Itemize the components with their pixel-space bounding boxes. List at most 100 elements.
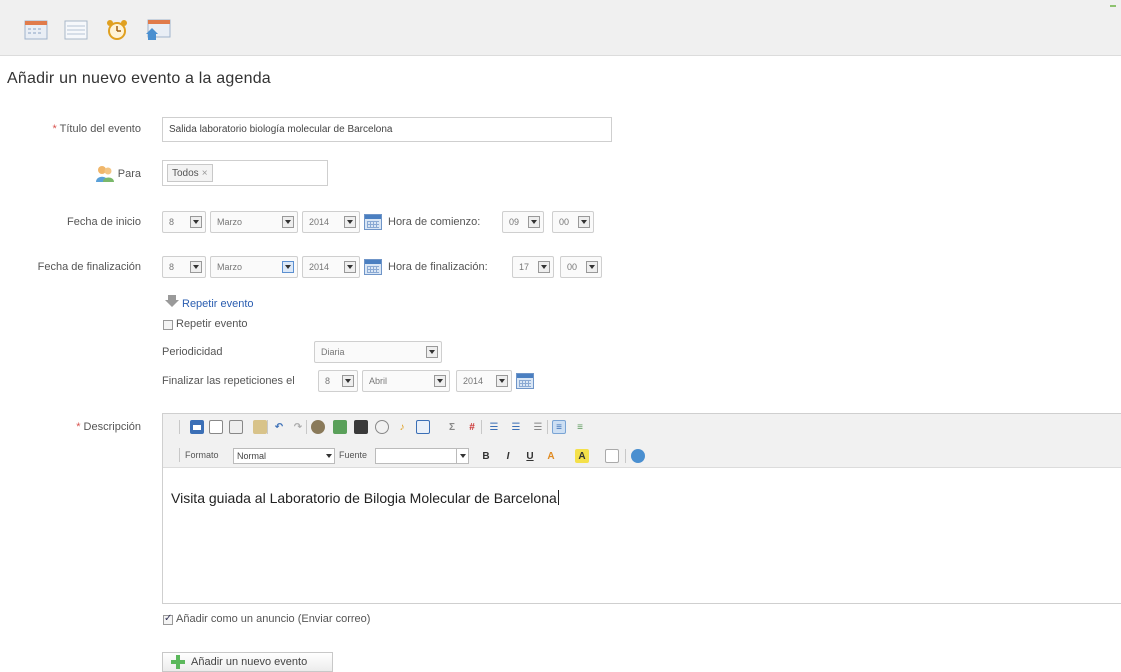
start-month-select[interactable]: Marzo [210, 211, 298, 233]
title-input[interactable]: Salida laboratorio biología molecular de… [162, 117, 612, 142]
chevron-down-icon [190, 261, 202, 273]
home-calendar-icon[interactable] [145, 18, 171, 42]
font-select[interactable] [375, 448, 457, 464]
add-event-button[interactable]: Añadir un nuevo evento [162, 652, 333, 672]
page-title: Añadir un nuevo evento a la agenda [7, 70, 271, 87]
list-icon[interactable] [63, 18, 89, 42]
toolbar-separator [481, 420, 482, 434]
chevron-down-icon [538, 261, 550, 273]
end-day-select[interactable]: 8 [162, 256, 206, 278]
description-label: * Descripción [20, 421, 141, 433]
required-mark: * [76, 421, 81, 433]
end-month-select[interactable]: Marzo [210, 256, 298, 278]
save-icon[interactable] [190, 420, 204, 434]
font-label: Fuente [339, 450, 368, 460]
description-editor[interactable]: ↶ ↷ ♪ Σ # ☰ ☰ ☰ ≡ ≡ Formato Normal Fuent… [162, 413, 1121, 604]
table-icon[interactable] [416, 420, 430, 434]
new-page-icon[interactable] [209, 420, 223, 434]
repeat-event-checkbox[interactable] [163, 320, 173, 330]
periodicity-value: Diaria [321, 347, 345, 357]
calendar-picker-icon[interactable] [364, 214, 382, 230]
calendar-icon[interactable] [23, 18, 49, 42]
align-left-icon[interactable]: ≡ [552, 420, 566, 434]
periodicity-select[interactable]: Diaria [314, 341, 442, 363]
editor-content[interactable]: Visita guiada al Laboratorio de Bilogia … [171, 490, 559, 506]
para-label-text: Para [117, 168, 141, 180]
end-repeat-day-select[interactable]: 8 [318, 370, 358, 392]
end-time-label: Hora de finalización: [388, 261, 488, 273]
font-dropdown[interactable] [457, 448, 469, 464]
announce-label: Añadir como un anuncio (Enviar correo) [176, 613, 371, 625]
chevron-down-icon [342, 375, 354, 387]
strike-icon[interactable]: # [465, 420, 479, 434]
toolbar-separator [306, 420, 307, 434]
end-hour-value: 17 [519, 262, 530, 272]
format-dropdown[interactable] [323, 448, 335, 464]
remove-format-icon[interactable] [605, 449, 619, 463]
end-repeat-year-select[interactable]: 2014 [456, 370, 512, 392]
find-icon[interactable] [311, 420, 325, 434]
recipients-input[interactable]: Todos × [162, 160, 328, 186]
end-repeat-day-value: 8 [325, 376, 331, 386]
start-year-value: 2014 [309, 217, 330, 227]
audio-icon[interactable]: ♪ [395, 420, 409, 434]
start-minute-value: 00 [559, 217, 570, 227]
preview-icon[interactable] [229, 420, 243, 434]
start-month-value: Marzo [217, 217, 243, 227]
redo-icon[interactable]: ↷ [291, 420, 305, 434]
chevron-down-icon [586, 261, 598, 273]
announce-checkbox[interactable] [163, 613, 173, 625]
editor-text: Visita guiada al Laboratorio de Bilogia … [171, 490, 557, 506]
text-color-button[interactable]: A [544, 449, 558, 463]
description-label-text: Descripción [83, 421, 141, 433]
end-month-value: Marzo [217, 262, 243, 272]
calendar-picker-icon[interactable] [364, 259, 382, 275]
chevron-down-icon [528, 216, 540, 228]
start-year-select[interactable]: 2014 [302, 211, 360, 233]
chevron-down-icon [460, 454, 466, 458]
alarm-clock-icon[interactable] [104, 18, 130, 42]
numbered-list-icon[interactable]: ☰ [487, 420, 501, 434]
start-hour-select[interactable]: 09 [502, 211, 544, 233]
required-mark: * [52, 123, 57, 135]
start-minute-select[interactable]: 00 [552, 211, 594, 233]
text-caret [557, 490, 559, 505]
sigma-icon[interactable]: Σ [445, 420, 459, 434]
image-icon[interactable] [333, 420, 347, 434]
outdent-icon[interactable]: ☰ [531, 420, 545, 434]
toolbar-separator [625, 449, 626, 463]
align-center-icon[interactable]: ≡ [573, 420, 587, 434]
token-remove-icon[interactable]: × [202, 168, 208, 179]
flash-icon[interactable] [354, 420, 368, 434]
bold-button[interactable]: B [479, 449, 493, 463]
format-select[interactable]: Normal [233, 448, 327, 464]
paste-icon[interactable] [253, 420, 267, 434]
repeat-event-link[interactable]: Repetir evento [182, 298, 254, 310]
chevron-down-icon [426, 346, 438, 358]
bullet-list-icon[interactable]: ☰ [509, 420, 523, 434]
end-year-select[interactable]: 2014 [302, 256, 360, 278]
end-hour-select[interactable]: 17 [512, 256, 554, 278]
end-minute-select[interactable]: 00 [560, 256, 602, 278]
end-day-value: 8 [169, 262, 175, 272]
start-day-select[interactable]: 8 [162, 211, 206, 233]
globe-icon[interactable] [631, 449, 645, 463]
end-repeat-month-select[interactable]: Abril [362, 370, 450, 392]
toolbar-separator [179, 420, 180, 434]
editor-toolbar: ↶ ↷ ♪ Σ # ☰ ☰ ☰ ≡ ≡ Formato Normal Fuent… [163, 414, 1121, 468]
end-repeat-year-value: 2014 [463, 376, 484, 386]
toolbar-separator [179, 448, 180, 462]
start-day-value: 8 [169, 217, 175, 227]
add-event-button-label: Añadir un nuevo evento [191, 656, 308, 668]
underline-button[interactable]: U [523, 449, 537, 463]
bg-color-button[interactable]: A [575, 449, 589, 463]
para-label: Para [90, 165, 141, 183]
end-repeat-label: Finalizar las repeticiones el [162, 375, 295, 387]
start-hour-value: 09 [509, 217, 520, 227]
calendar-picker-icon[interactable] [516, 373, 534, 389]
italic-button[interactable]: I [501, 449, 515, 463]
recipient-token: Todos × [167, 164, 213, 182]
undo-icon[interactable]: ↶ [272, 420, 286, 434]
no-symbol-icon[interactable] [375, 420, 389, 434]
end-year-value: 2014 [309, 262, 330, 272]
